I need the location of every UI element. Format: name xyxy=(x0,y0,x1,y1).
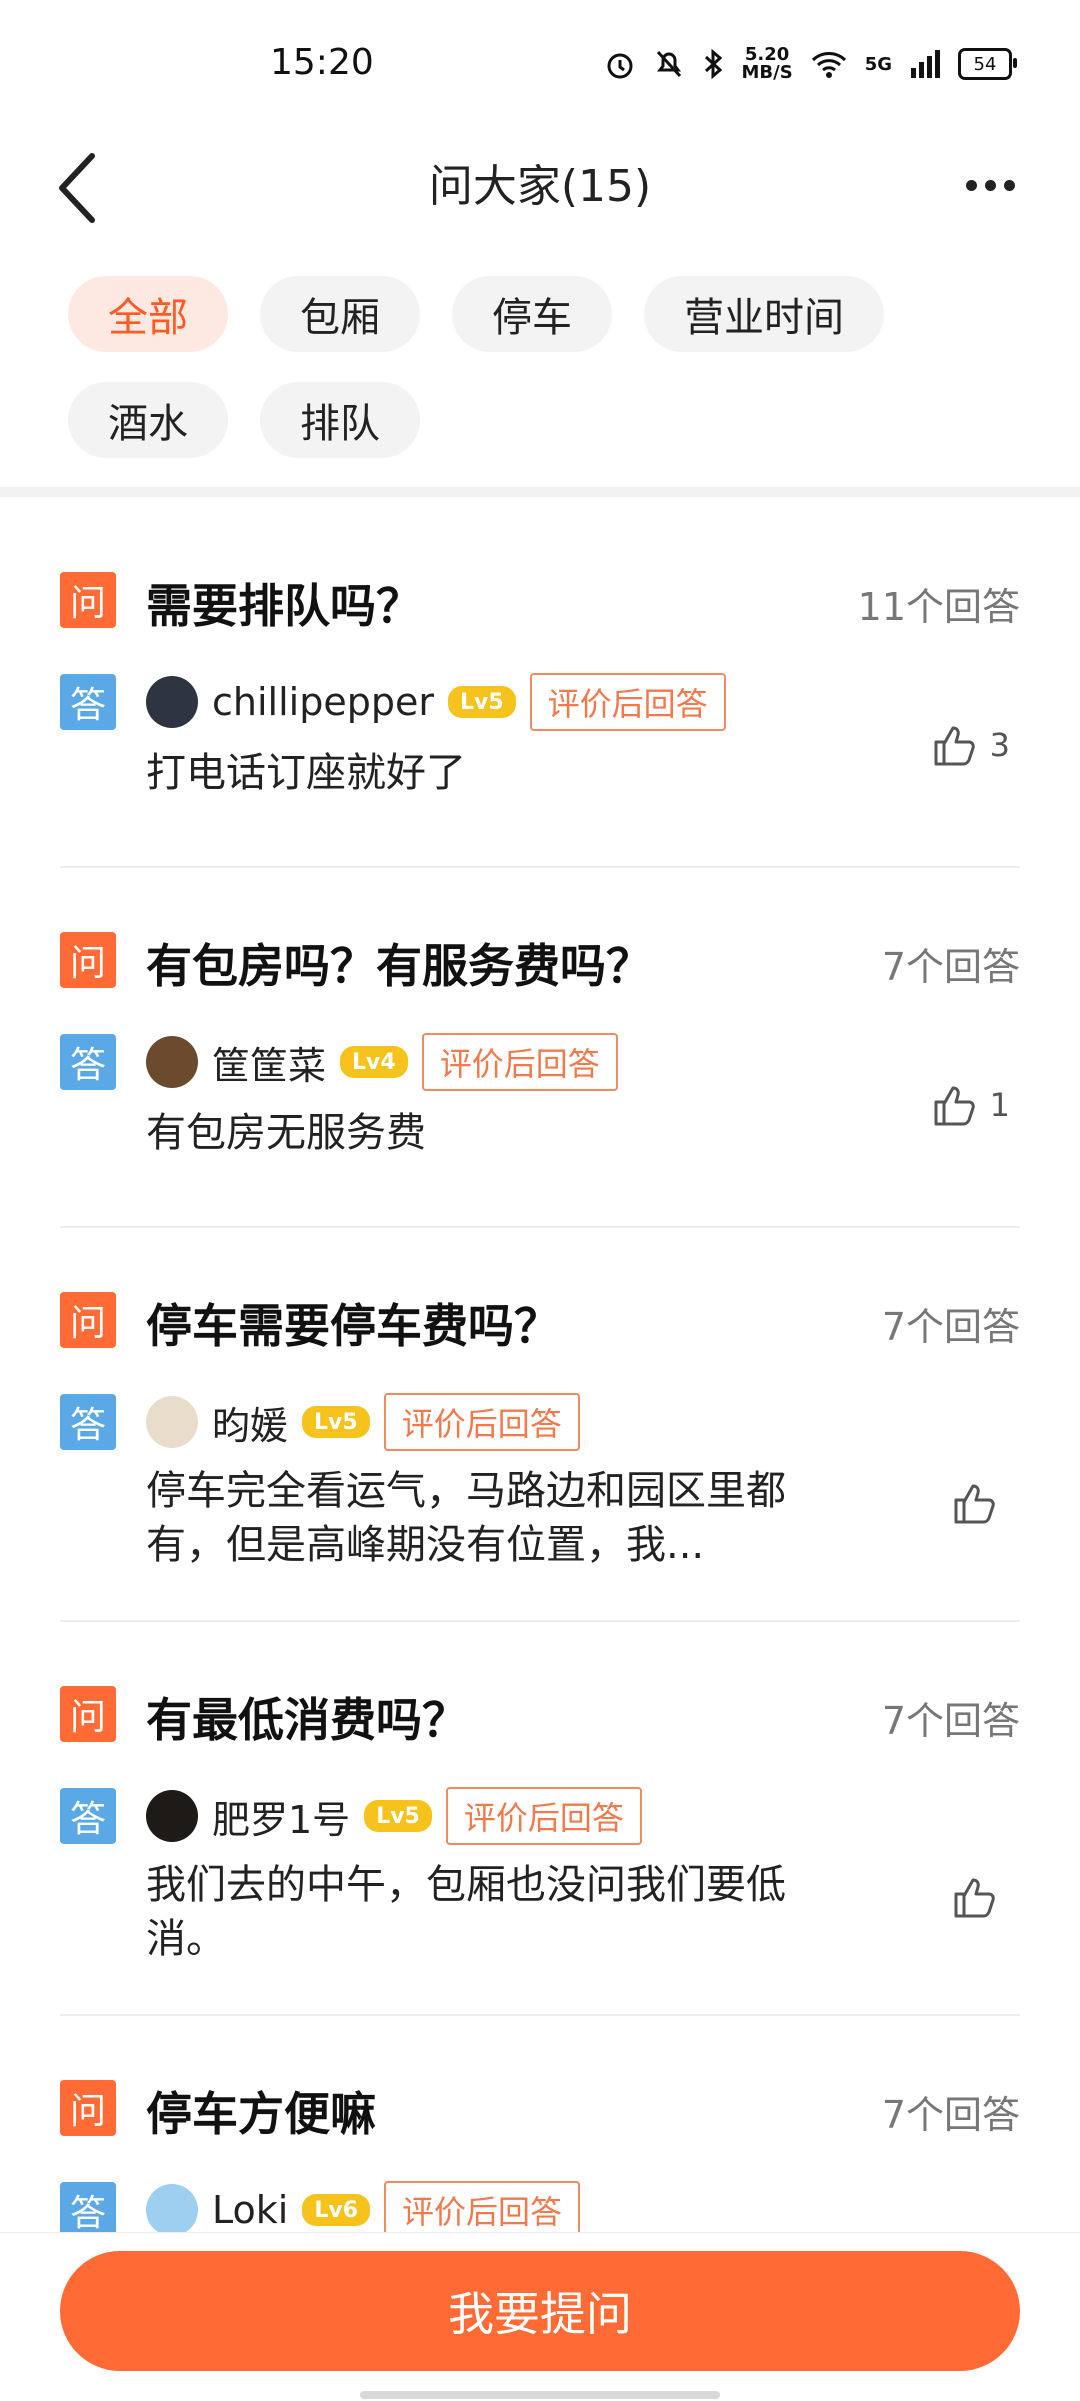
filter-chip-hours[interactable]: 营业时间 xyxy=(644,276,884,352)
level-badge: Lv5 xyxy=(364,1800,432,1832)
avatar[interactable] xyxy=(146,1790,198,1842)
question-tag: 问 xyxy=(60,572,116,628)
like-button[interactable]: 3 xyxy=(930,720,1010,770)
answer-user-row: chillipepper Lv5 评价后回答 xyxy=(146,673,726,731)
thumbs-up-icon xyxy=(954,1878,995,1918)
answer-text[interactable]: 有包房无服务费 xyxy=(146,1106,846,1160)
filter-chip-all[interactable]: 全部 xyxy=(68,276,228,352)
answer-tag: 答 xyxy=(60,2182,116,2238)
filter-chip-private-room[interactable]: 包厢 xyxy=(260,276,420,352)
qa-item[interactable]: 问 停车方便嘛 7个回答 答 Loki Lv6 评价后回答 xyxy=(0,2016,1080,2239)
signal-icon xyxy=(911,50,940,78)
question-title[interactable]: 有包房吗？有服务费吗？ xyxy=(146,930,652,996)
answer-tag: 答 xyxy=(60,674,116,730)
review-answer-tag: 评价后回答 xyxy=(529,673,726,731)
thumbs-up-icon xyxy=(954,1484,995,1524)
network-type: 5G xyxy=(864,53,892,75)
question-title[interactable]: 需要排队吗？ xyxy=(146,570,422,636)
header: 问大家(15) xyxy=(0,130,1080,250)
review-answer-tag: 评价后回答 xyxy=(445,1787,642,1845)
avatar[interactable] xyxy=(146,2184,198,2236)
answer-user-row: 筐筐菜 Lv4 评价后回答 xyxy=(146,1033,618,1091)
alarm-icon xyxy=(607,53,633,79)
qa-item[interactable]: 问 有包房吗？有服务费吗？ 7个回答 答 筐筐菜 Lv4 评价后回答 有包房无服… xyxy=(0,868,1080,1228)
answer-tag: 答 xyxy=(60,1034,116,1090)
qa-item[interactable]: 问 有最低消费吗？ 7个回答 答 肥罗1号 Lv5 评价后回答 我们去的中午，包… xyxy=(0,1622,1080,2016)
answer-count[interactable]: 11个回答 xyxy=(858,576,1020,631)
level-badge: Lv5 xyxy=(447,686,516,718)
wifi-icon xyxy=(811,52,846,78)
username[interactable]: Loki xyxy=(212,2188,288,2232)
qa-item[interactable]: 问 停车需要停车费吗？ 7个回答 答 昀媛 Lv5 评价后回答 停车完全看运气，… xyxy=(0,1228,1080,1622)
answer-text[interactable]: 我们去的中午，包厢也没问我们要低消。 xyxy=(146,1858,846,1966)
like-button[interactable] xyxy=(950,1478,1010,1528)
bell-mute-icon xyxy=(656,50,681,78)
bluetooth-icon xyxy=(704,48,722,80)
status-time: 15:20 xyxy=(270,42,374,83)
answer-count[interactable]: 7个回答 xyxy=(882,936,1020,991)
answer-user-row: 肥罗1号 Lv5 评价后回答 xyxy=(146,1787,642,1845)
avatar[interactable] xyxy=(146,1036,198,1088)
username[interactable]: 肥罗1号 xyxy=(212,1789,350,1844)
question-title[interactable]: 有最低消费吗？ xyxy=(146,1684,468,1750)
filter-chip-drinks[interactable]: 酒水 xyxy=(68,382,228,458)
qa-item[interactable]: 问 需要排队吗？ 11个回答 答 chillipepper Lv5 评价后回答 … xyxy=(0,498,1080,868)
thumbs-up-icon xyxy=(934,726,975,766)
answer-user-row: 昀媛 Lv5 评价后回答 xyxy=(146,1393,580,1451)
page-title: 问大家(15) xyxy=(428,161,652,212)
answer-text[interactable]: 停车完全看运气，马路边和园区里都有，但是高峰期没有位置，我... xyxy=(146,1464,846,1572)
filter-chip-queue[interactable]: 排队 xyxy=(260,382,420,458)
answer-user-row: Loki Lv6 评价后回答 xyxy=(146,2181,581,2239)
like-count: 3 xyxy=(989,726,1010,764)
level-badge: Lv4 xyxy=(340,1046,408,1078)
answer-count[interactable]: 7个回答 xyxy=(882,1690,1020,1745)
more-dots-icon xyxy=(965,179,977,191)
username[interactable]: chillipepper xyxy=(212,680,434,724)
filter-chip-parking[interactable]: 停车 xyxy=(452,276,612,352)
like-count: 1 xyxy=(989,1086,1010,1124)
like-button[interactable] xyxy=(950,1872,1010,1922)
review-answer-tag: 评价后回答 xyxy=(383,1393,580,1451)
question-tag: 问 xyxy=(60,2080,116,2136)
status-icons: 5.20 MB/S 5G 54 xyxy=(604,44,1017,83)
answer-count[interactable]: 7个回答 xyxy=(882,1296,1020,1351)
like-button[interactable]: 1 xyxy=(930,1080,1010,1130)
section-divider xyxy=(0,487,1080,497)
thumbs-up-icon xyxy=(934,1086,975,1126)
answer-tag: 答 xyxy=(60,1394,116,1450)
question-tag: 问 xyxy=(60,1292,116,1348)
level-badge: Lv6 xyxy=(302,2194,370,2226)
review-answer-tag: 评价后回答 xyxy=(421,1033,618,1091)
question-tag: 问 xyxy=(60,932,116,988)
username[interactable]: 昀媛 xyxy=(212,1395,288,1450)
status-bar: 15:20 5.20 MB/S 5G 54 xyxy=(0,0,1080,130)
question-title[interactable]: 停车需要停车费吗？ xyxy=(146,1290,560,1356)
bottom-bar: 我要提问 xyxy=(0,2232,1080,2401)
avatar[interactable] xyxy=(146,676,198,728)
question-title[interactable]: 停车方便嘛 xyxy=(146,2078,376,2144)
ask-question-button[interactable]: 我要提问 xyxy=(60,2251,1020,2371)
review-answer-tag: 评价后回答 xyxy=(384,2181,581,2239)
battery-icon: 54 xyxy=(958,48,1017,80)
level-badge: Lv5 xyxy=(302,1406,370,1438)
network-speed: 5.20 MB/S xyxy=(741,44,793,83)
more-button[interactable] xyxy=(950,150,1030,220)
answer-text[interactable]: 打电话订座就好了 xyxy=(146,746,846,800)
username[interactable]: 筐筐菜 xyxy=(212,1035,326,1090)
avatar[interactable] xyxy=(146,1396,198,1448)
answer-tag: 答 xyxy=(60,1788,116,1844)
home-indicator[interactable] xyxy=(360,2391,720,2399)
answer-count[interactable]: 7个回答 xyxy=(882,2084,1020,2139)
question-tag: 问 xyxy=(60,1686,116,1742)
